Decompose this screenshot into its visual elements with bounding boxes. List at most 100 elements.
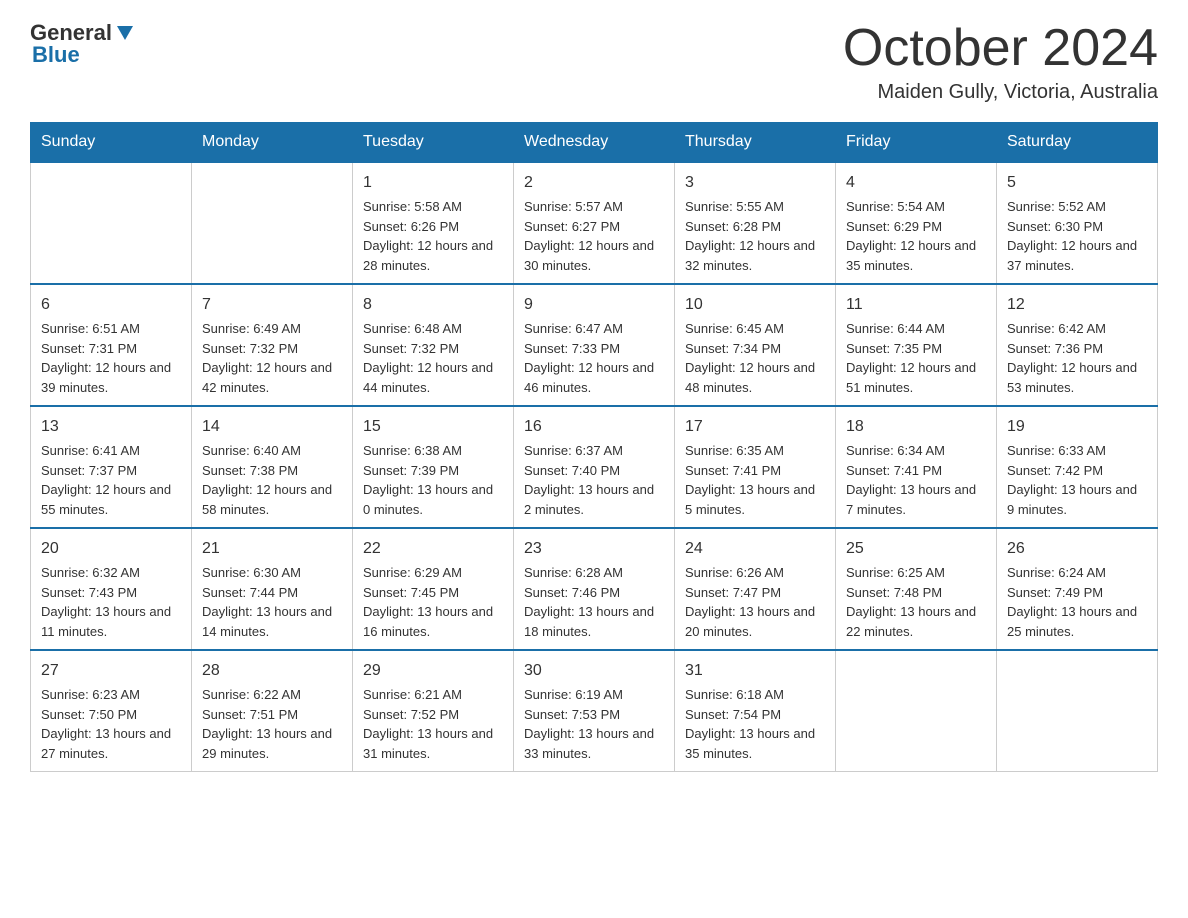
day-info: Sunrise: 6:26 AMSunset: 7:47 PMDaylight:…	[685, 563, 825, 641]
day-info: Sunrise: 6:21 AMSunset: 7:52 PMDaylight:…	[363, 685, 503, 763]
calendar-cell: 29Sunrise: 6:21 AMSunset: 7:52 PMDayligh…	[353, 650, 514, 772]
day-info: Sunrise: 6:40 AMSunset: 7:38 PMDaylight:…	[202, 441, 342, 519]
calendar-cell: 27Sunrise: 6:23 AMSunset: 7:50 PMDayligh…	[31, 650, 192, 772]
calendar-cell: 10Sunrise: 6:45 AMSunset: 7:34 PMDayligh…	[675, 284, 836, 406]
day-number: 18	[846, 415, 986, 439]
day-number: 31	[685, 659, 825, 683]
calendar-cell: 2Sunrise: 5:57 AMSunset: 6:27 PMDaylight…	[514, 162, 675, 284]
day-info: Sunrise: 6:30 AMSunset: 7:44 PMDaylight:…	[202, 563, 342, 641]
day-info: Sunrise: 5:58 AMSunset: 6:26 PMDaylight:…	[363, 197, 503, 275]
calendar-cell: 5Sunrise: 5:52 AMSunset: 6:30 PMDaylight…	[997, 162, 1158, 284]
day-number: 16	[524, 415, 664, 439]
day-number: 10	[685, 293, 825, 317]
calendar-cell: 22Sunrise: 6:29 AMSunset: 7:45 PMDayligh…	[353, 528, 514, 650]
weekday-header-wednesday: Wednesday	[514, 123, 675, 163]
calendar-cell	[836, 650, 997, 772]
calendar-cell: 15Sunrise: 6:38 AMSunset: 7:39 PMDayligh…	[353, 406, 514, 528]
day-info: Sunrise: 6:33 AMSunset: 7:42 PMDaylight:…	[1007, 441, 1147, 519]
weekday-header-tuesday: Tuesday	[353, 123, 514, 163]
calendar-cell: 14Sunrise: 6:40 AMSunset: 7:38 PMDayligh…	[192, 406, 353, 528]
day-number: 2	[524, 171, 664, 195]
calendar-cell: 3Sunrise: 5:55 AMSunset: 6:28 PMDaylight…	[675, 162, 836, 284]
day-info: Sunrise: 6:22 AMSunset: 7:51 PMDaylight:…	[202, 685, 342, 763]
calendar-cell: 11Sunrise: 6:44 AMSunset: 7:35 PMDayligh…	[836, 284, 997, 406]
day-number: 17	[685, 415, 825, 439]
day-info: Sunrise: 6:32 AMSunset: 7:43 PMDaylight:…	[41, 563, 181, 641]
calendar-week-row: 27Sunrise: 6:23 AMSunset: 7:50 PMDayligh…	[31, 650, 1158, 772]
day-number: 26	[1007, 537, 1147, 561]
day-number: 8	[363, 293, 503, 317]
day-number: 15	[363, 415, 503, 439]
day-info: Sunrise: 6:34 AMSunset: 7:41 PMDaylight:…	[846, 441, 986, 519]
calendar-cell: 30Sunrise: 6:19 AMSunset: 7:53 PMDayligh…	[514, 650, 675, 772]
calendar-cell: 18Sunrise: 6:34 AMSunset: 7:41 PMDayligh…	[836, 406, 997, 528]
calendar-week-row: 6Sunrise: 6:51 AMSunset: 7:31 PMDaylight…	[31, 284, 1158, 406]
calendar-cell: 16Sunrise: 6:37 AMSunset: 7:40 PMDayligh…	[514, 406, 675, 528]
calendar-cell: 6Sunrise: 6:51 AMSunset: 7:31 PMDaylight…	[31, 284, 192, 406]
day-number: 6	[41, 293, 181, 317]
calendar-cell	[192, 162, 353, 284]
day-info: Sunrise: 6:38 AMSunset: 7:39 PMDaylight:…	[363, 441, 503, 519]
day-number: 14	[202, 415, 342, 439]
day-number: 4	[846, 171, 986, 195]
day-info: Sunrise: 6:29 AMSunset: 7:45 PMDaylight:…	[363, 563, 503, 641]
calendar-table: SundayMondayTuesdayWednesdayThursdayFrid…	[30, 122, 1158, 772]
calendar-cell	[997, 650, 1158, 772]
weekday-header-sunday: Sunday	[31, 123, 192, 163]
calendar-cell: 25Sunrise: 6:25 AMSunset: 7:48 PMDayligh…	[836, 528, 997, 650]
title-section: October 2024 Maiden Gully, Victoria, Aus…	[843, 20, 1158, 104]
day-number: 5	[1007, 171, 1147, 195]
calendar-cell: 4Sunrise: 5:54 AMSunset: 6:29 PMDaylight…	[836, 162, 997, 284]
location-title: Maiden Gully, Victoria, Australia	[843, 81, 1158, 104]
calendar-cell: 17Sunrise: 6:35 AMSunset: 7:41 PMDayligh…	[675, 406, 836, 528]
month-title: October 2024	[843, 20, 1158, 77]
day-info: Sunrise: 6:44 AMSunset: 7:35 PMDaylight:…	[846, 319, 986, 397]
weekday-header-monday: Monday	[192, 123, 353, 163]
calendar-week-row: 20Sunrise: 6:32 AMSunset: 7:43 PMDayligh…	[31, 528, 1158, 650]
day-number: 28	[202, 659, 342, 683]
day-number: 19	[1007, 415, 1147, 439]
calendar-cell: 24Sunrise: 6:26 AMSunset: 7:47 PMDayligh…	[675, 528, 836, 650]
day-info: Sunrise: 6:49 AMSunset: 7:32 PMDaylight:…	[202, 319, 342, 397]
day-info: Sunrise: 6:23 AMSunset: 7:50 PMDaylight:…	[41, 685, 181, 763]
calendar-cell: 7Sunrise: 6:49 AMSunset: 7:32 PMDaylight…	[192, 284, 353, 406]
day-info: Sunrise: 6:48 AMSunset: 7:32 PMDaylight:…	[363, 319, 503, 397]
day-number: 3	[685, 171, 825, 195]
day-info: Sunrise: 6:24 AMSunset: 7:49 PMDaylight:…	[1007, 563, 1147, 641]
weekday-header-saturday: Saturday	[997, 123, 1158, 163]
calendar-cell: 28Sunrise: 6:22 AMSunset: 7:51 PMDayligh…	[192, 650, 353, 772]
day-info: Sunrise: 6:18 AMSunset: 7:54 PMDaylight:…	[685, 685, 825, 763]
calendar-cell: 12Sunrise: 6:42 AMSunset: 7:36 PMDayligh…	[997, 284, 1158, 406]
day-info: Sunrise: 6:37 AMSunset: 7:40 PMDaylight:…	[524, 441, 664, 519]
day-info: Sunrise: 6:42 AMSunset: 7:36 PMDaylight:…	[1007, 319, 1147, 397]
calendar-cell: 13Sunrise: 6:41 AMSunset: 7:37 PMDayligh…	[31, 406, 192, 528]
calendar-cell: 8Sunrise: 6:48 AMSunset: 7:32 PMDaylight…	[353, 284, 514, 406]
day-number: 11	[846, 293, 986, 317]
day-number: 12	[1007, 293, 1147, 317]
day-number: 20	[41, 537, 181, 561]
day-number: 27	[41, 659, 181, 683]
day-info: Sunrise: 5:57 AMSunset: 6:27 PMDaylight:…	[524, 197, 664, 275]
day-number: 25	[846, 537, 986, 561]
day-info: Sunrise: 6:25 AMSunset: 7:48 PMDaylight:…	[846, 563, 986, 641]
calendar-week-row: 1Sunrise: 5:58 AMSunset: 6:26 PMDaylight…	[31, 162, 1158, 284]
logo-arrow-icon	[114, 22, 136, 44]
calendar-cell: 1Sunrise: 5:58 AMSunset: 6:26 PMDaylight…	[353, 162, 514, 284]
calendar-cell: 21Sunrise: 6:30 AMSunset: 7:44 PMDayligh…	[192, 528, 353, 650]
weekday-header-row: SundayMondayTuesdayWednesdayThursdayFrid…	[31, 123, 1158, 163]
day-number: 24	[685, 537, 825, 561]
weekday-header-friday: Friday	[836, 123, 997, 163]
calendar-cell: 31Sunrise: 6:18 AMSunset: 7:54 PMDayligh…	[675, 650, 836, 772]
day-info: Sunrise: 5:52 AMSunset: 6:30 PMDaylight:…	[1007, 197, 1147, 275]
day-info: Sunrise: 6:45 AMSunset: 7:34 PMDaylight:…	[685, 319, 825, 397]
day-number: 21	[202, 537, 342, 561]
day-info: Sunrise: 5:54 AMSunset: 6:29 PMDaylight:…	[846, 197, 986, 275]
day-info: Sunrise: 6:28 AMSunset: 7:46 PMDaylight:…	[524, 563, 664, 641]
calendar-cell: 23Sunrise: 6:28 AMSunset: 7:46 PMDayligh…	[514, 528, 675, 650]
day-number: 1	[363, 171, 503, 195]
day-info: Sunrise: 5:55 AMSunset: 6:28 PMDaylight:…	[685, 197, 825, 275]
calendar-cell: 19Sunrise: 6:33 AMSunset: 7:42 PMDayligh…	[997, 406, 1158, 528]
day-number: 9	[524, 293, 664, 317]
calendar-week-row: 13Sunrise: 6:41 AMSunset: 7:37 PMDayligh…	[31, 406, 1158, 528]
logo-blue: Blue	[32, 42, 80, 68]
